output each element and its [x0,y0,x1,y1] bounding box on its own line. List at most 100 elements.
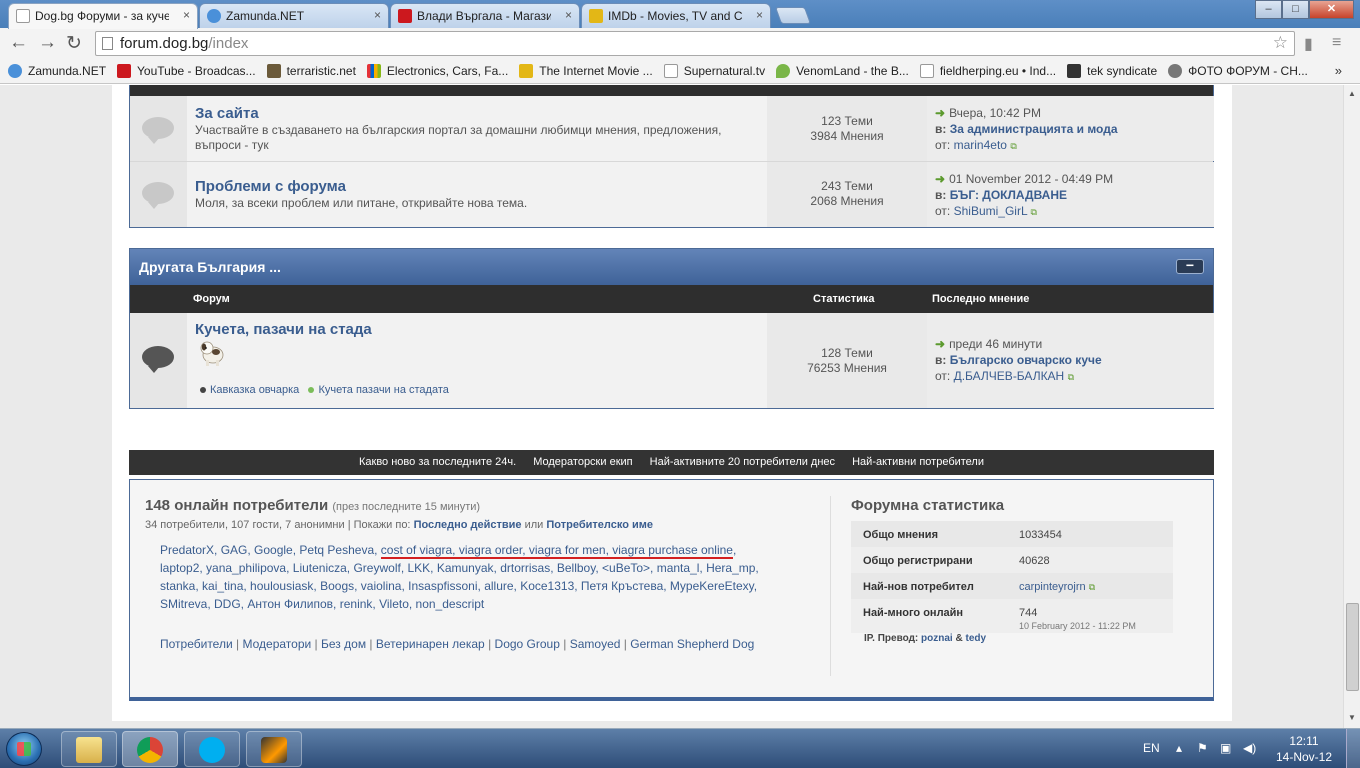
start-button[interactable] [6,732,42,766]
in-prefix: в: [935,353,947,367]
newest-user-link[interactable]: carpinteyrojrn ⧉ [1019,581,1095,593]
page-favicon-icon [16,9,30,23]
tab-dog-bg[interactable]: Dog.bg Форуми - за кучет × [8,3,198,29]
nav-whats-new-link[interactable]: Какво ново за последните 24ч. [359,456,516,468]
forum-stats-table: Общо мнения 1033454 Общо регистрирани 4062… [851,521,1173,633]
minimize-button[interactable]: – [1255,0,1282,19]
group-link[interactable]: Dogo Group [495,637,560,651]
volume-icon[interactable]: ◀) [1243,741,1256,755]
group-link[interactable]: Потребители [160,637,233,651]
system-clock[interactable]: 12:11 14-Nov-12 [1274,733,1334,765]
network-icon[interactable]: ▣ [1220,741,1231,755]
forum-title-link[interactable]: За сайта [195,105,259,122]
tek-syndicate-icon [1067,64,1082,78]
nav-most-active-link[interactable]: Най-активни потребители [852,456,984,468]
show-desktop-button[interactable] [1346,729,1360,768]
bookmark-item[interactable]: VenomLand - the B... [776,64,909,78]
winamp-lightning-icon [261,737,287,763]
bookmark-label: The Internet Movie ... [539,64,653,78]
last-post-user-link[interactable]: marin4eto [954,138,1007,152]
last-post-topic-link[interactable]: За администрацията и мода [950,122,1118,136]
scroll-down-icon[interactable]: ▼ [1348,713,1356,722]
action-center-flag-icon[interactable]: ⚑ [1197,741,1208,755]
go-arrow-icon[interactable]: ➜ [935,337,945,351]
forum-stats-title: Форумна статистика [851,497,1005,514]
tab-youtube[interactable]: Влади Въргала - Магазин × [390,3,580,28]
taskbar-skype[interactable] [184,731,240,767]
group-link[interactable]: Модератори [242,637,311,651]
col-forum: Форум [193,293,230,305]
nav-moderators-link[interactable]: Модераторски екип [533,456,632,468]
group-link[interactable]: German Shepherd Dog [630,637,754,651]
language-indicator[interactable]: EN [1143,741,1160,755]
bookmark-item[interactable]: Electronics, Cars, Fa... [366,64,508,78]
forum-description: Участвайте в създаването на българския п… [195,123,722,152]
taskbar-chrome[interactable] [122,731,178,767]
last-post-topic-link[interactable]: БЪГ: ДОКЛАДВАНЕ [950,188,1067,202]
online-users[interactable]: PredatorX, GAG, Google, Petq Pesheva, [160,543,377,557]
bookmark-item[interactable]: terraristic.net [266,64,356,78]
tab-zamunda[interactable]: Zamunda.NET × [199,3,389,28]
tab-close-icon[interactable]: × [756,8,763,22]
clock-time: 12:11 [1289,734,1319,748]
chrome-icon [137,737,163,763]
profile-popup-icon[interactable]: ⧉ [1089,582,1095,592]
credits-link[interactable]: tedy [966,633,987,644]
profile-popup-icon[interactable]: ⧉ [1010,141,1016,151]
tab-close-icon[interactable]: × [183,8,190,22]
scroll-thumb[interactable] [1346,603,1359,691]
bookmark-item[interactable]: Zamunda.NET [8,64,106,78]
last-post-user-link[interactable]: ShiBumi_GirL [954,204,1028,218]
profile-popup-icon[interactable]: ⧉ [1031,207,1037,217]
last-post-topic-link[interactable]: Българско овчарско куче [950,353,1102,367]
bookmark-item[interactable]: The Internet Movie ... [519,64,653,78]
category-title[interactable]: Другата България ... [139,259,281,275]
forward-icon[interactable]: → [38,32,57,54]
tab-close-icon[interactable]: × [374,8,381,22]
profile-popup-icon[interactable]: ⧉ [1068,372,1074,382]
collapse-button[interactable]: − [1176,258,1204,274]
go-arrow-icon[interactable]: ➜ [935,172,945,186]
group-link[interactable]: Samoyed [570,637,621,651]
last-post-user-link[interactable]: Д.БАЛЧЕВ-БАЛКАН [954,369,1065,383]
bookmark-item[interactable]: tek syndicate [1067,64,1157,78]
group-link[interactable]: Ветеринарен лекар [376,637,485,651]
bookmark-item[interactable]: Supernatural.tv [663,64,765,78]
new-tab-button[interactable] [774,7,812,24]
sort-last-action-link[interactable]: Последно действие [414,519,522,531]
forum-read-icon [142,117,174,144]
taskbar-explorer[interactable] [61,731,117,767]
page-scrollbar[interactable]: ▲ ▼ [1343,85,1360,728]
menu-wrench-icon[interactable]: ≡ [1332,34,1341,52]
tab-imdb[interactable]: IMDb - Movies, TV and Cel × [581,3,771,28]
forum-title-link[interactable]: Проблеми с форума [195,178,346,195]
credits-link[interactable]: poznai [921,633,953,644]
forum-title-link[interactable]: Кучета, пазачи на стада [195,321,372,338]
bookmark-star-icon[interactable]: ☆ [1273,33,1288,53]
subforum-list: Кавказка овчарка Кучета пазачи на стадат… [200,384,449,396]
bookmark-item[interactable]: YouTube - Broadcas... [117,64,256,78]
bookmark-item[interactable]: fieldherping.eu • Ind... [919,64,1056,78]
stats-extension-icon[interactable]: ▮ [1304,34,1313,54]
close-window-button[interactable]: ✕ [1309,0,1354,19]
tab-close-icon[interactable]: × [565,8,572,22]
address-bar[interactable]: forum.dog.bg/index ☆ [95,31,1295,56]
maximize-button[interactable]: □ [1282,0,1309,19]
nav-top20-today-link[interactable]: Най-активните 20 потребители днес [650,456,835,468]
online-users-spam-underlined[interactable]: cost of viagra, viagra order, viagra for… [380,543,733,559]
go-arrow-icon[interactable]: ➜ [935,106,945,120]
bookmarks-more-chevron-icon[interactable]: » [1335,63,1342,78]
bookmark-item[interactable]: ФОТО ФОРУМ - СН... [1168,64,1308,78]
in-prefix: в: [935,188,947,202]
scroll-up-icon[interactable]: ▲ [1348,89,1356,98]
tray-expand-icon[interactable]: ▴ [1176,741,1182,755]
group-link[interactable]: Без дом [321,637,366,651]
reload-icon[interactable]: ↻ [66,32,82,55]
sort-username-link[interactable]: Потребителско име [546,519,653,531]
newest-user-name[interactable]: carpinteyrojrn [1019,581,1086,593]
subforum-link[interactable]: Кучета пазачи на стадата [318,384,448,396]
back-icon[interactable]: ← [9,32,28,54]
subforum-link[interactable]: Кавказка овчарка [210,384,299,396]
taskbar-winamp[interactable] [246,731,302,767]
by-prefix: от: [935,369,951,383]
